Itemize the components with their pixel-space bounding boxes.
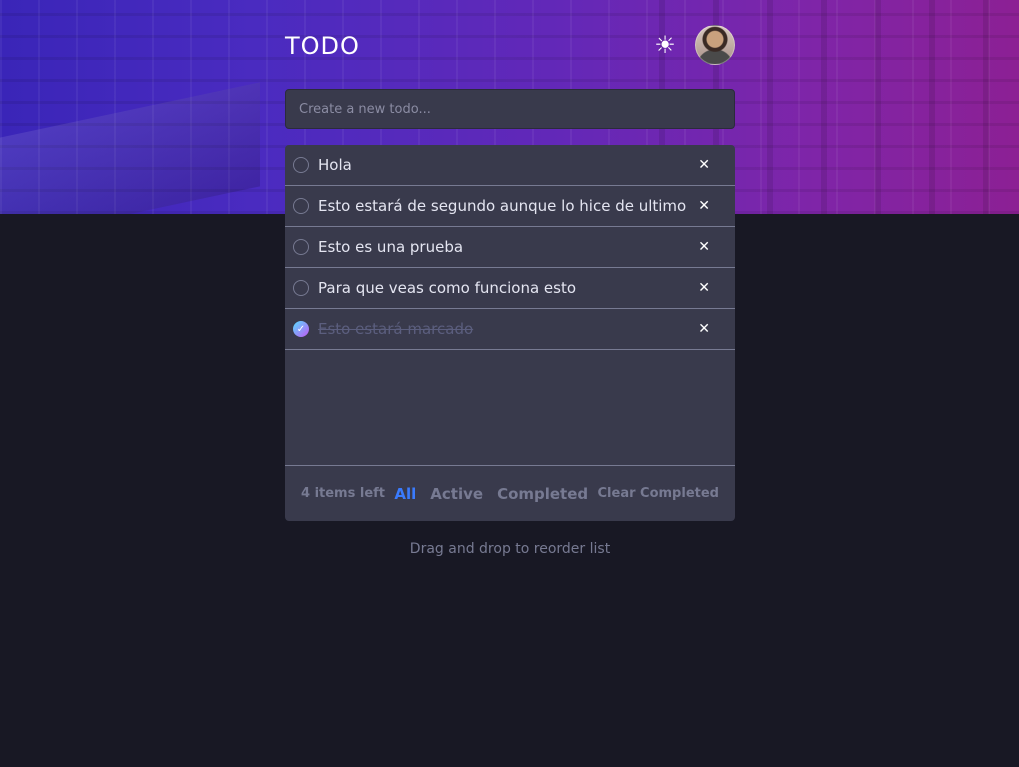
close-icon[interactable]: ✕ [698,280,710,296]
avatar[interactable] [695,25,735,65]
app-container: TODO ☀ Hola ✕ Esto estará de segundo aun… [285,0,735,557]
todo-item[interactable]: Esto es una prueba ✕ [285,227,735,268]
app-title: TODO [285,32,360,60]
todo-item[interactable]: Esto estará de segundo aunque lo hice de… [285,186,735,227]
check-circle-icon[interactable] [293,239,309,255]
filter-completed[interactable]: Completed [497,485,588,503]
items-left-count: 4 items left [301,486,386,501]
todo-text: Para que veas como funciona esto [318,279,577,297]
todo-list: Hola ✕ Esto estará de segundo aunque lo … [285,145,735,521]
header-actions: ☀ [651,25,735,65]
todo-text: Hola [318,156,352,174]
clear-completed-button[interactable]: Clear Completed [598,486,719,501]
todo-text: Esto estará marcado [318,320,474,338]
check-circle-icon[interactable] [293,157,309,173]
check-circle-icon[interactable] [293,198,309,214]
app-header: TODO ☀ [285,0,735,88]
list-footer: 4 items left All Active Completed Clear … [285,465,735,521]
todo-text: Esto estará de segundo aunque lo hice de… [318,197,687,215]
checkmark-icon[interactable]: ✓ [293,321,309,337]
close-icon[interactable]: ✕ [698,239,710,255]
new-todo-input[interactable] [299,101,734,117]
new-todo-field [285,89,735,129]
sun-icon[interactable]: ☀ [651,31,679,59]
filter-group: All Active Completed [394,485,588,503]
todo-item[interactable]: Hola ✕ [285,145,735,186]
close-icon[interactable]: ✕ [698,157,710,173]
filter-active[interactable]: Active [430,485,483,503]
todo-item[interactable]: Para que veas como funciona esto ✕ [285,268,735,309]
todo-item-completed[interactable]: ✓ Esto estará marcado ✕ [285,309,735,350]
reorder-hint: Drag and drop to reorder list [409,541,611,557]
close-icon[interactable]: ✕ [698,198,710,214]
todo-text: Esto es una prueba [318,238,464,256]
check-circle-icon[interactable] [293,280,309,296]
close-icon[interactable]: ✕ [698,321,710,337]
filter-all[interactable]: All [394,485,416,503]
